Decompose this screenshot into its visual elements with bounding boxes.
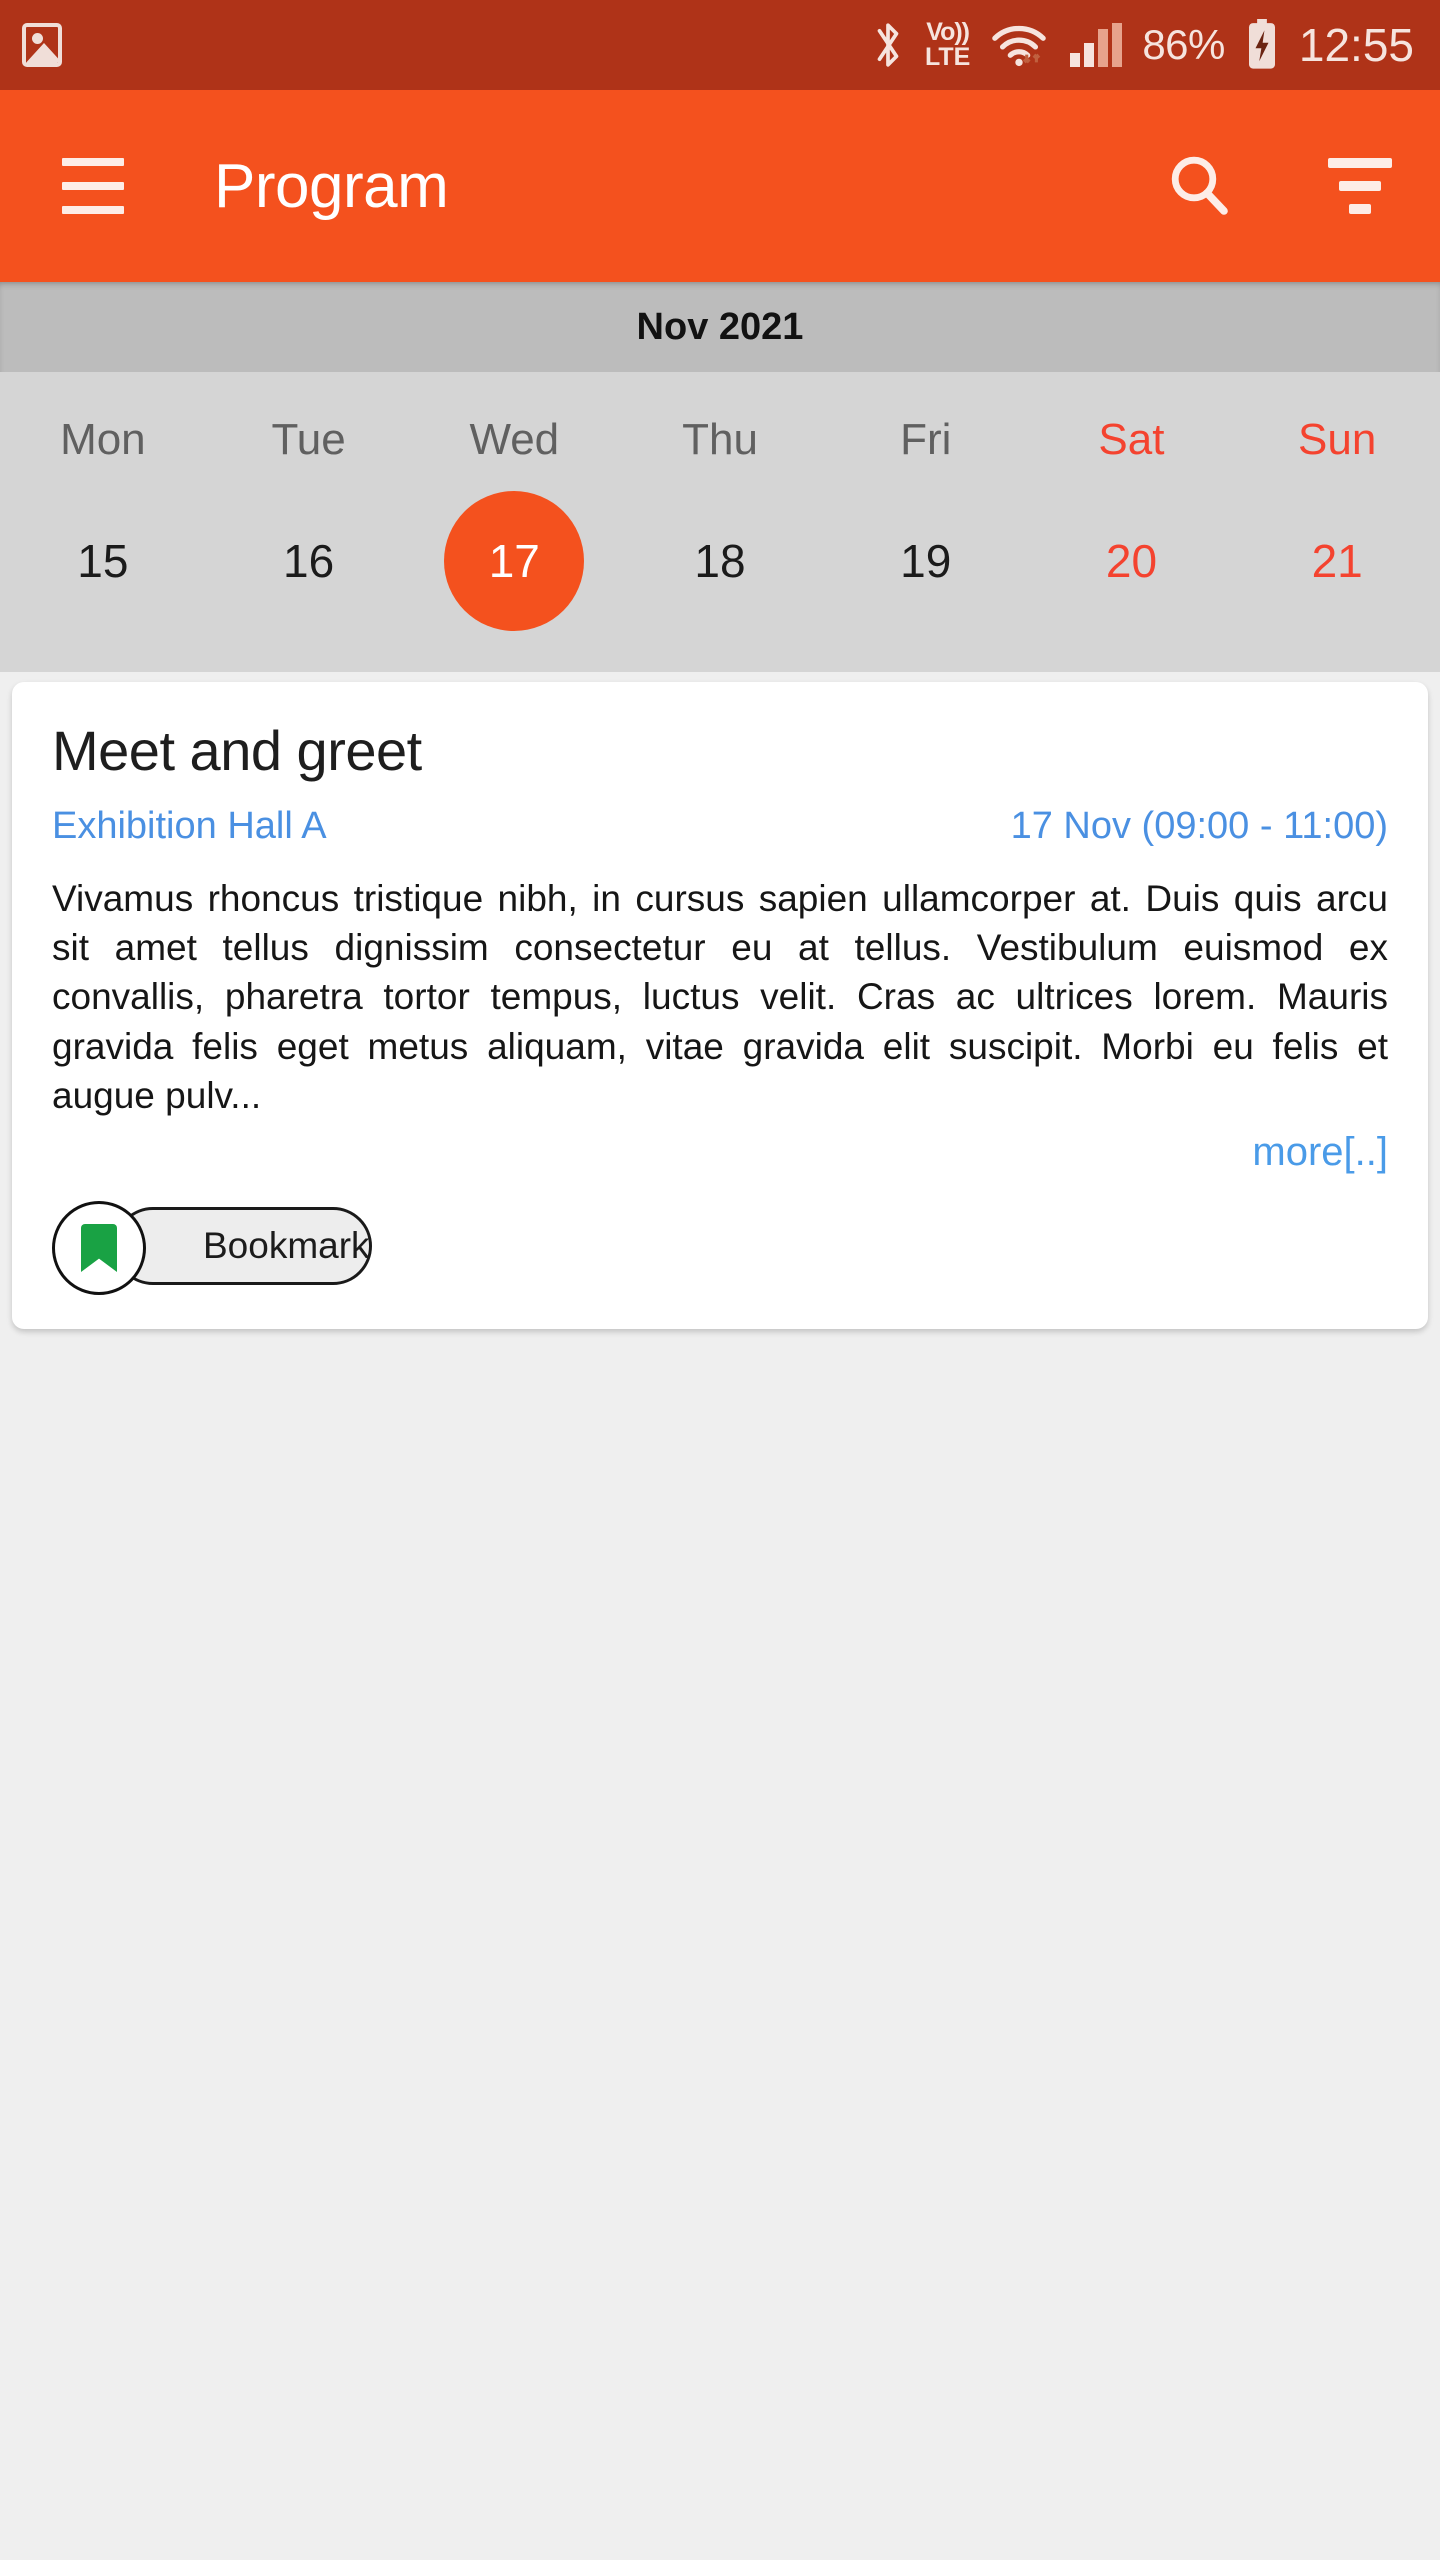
volte-icon: Vo)) LTE [925,20,970,70]
bookmark-flag-icon [81,1224,117,1273]
status-bar-left [22,23,62,67]
photo-icon [22,23,62,67]
event-title: Meet and greet [52,719,422,782]
calendar-week-strip[interactable]: Mon Tue Wed Thu Fri Sat Sun 15 16 17 18 … [0,372,1440,672]
calendar-dow-label-wed: Wed [469,415,560,464]
status-bar-right: Vo)) LTE 86% 12:55 [871,18,1414,72]
volte-bottom-label: LTE [924,43,971,71]
calendar-dow-cell: Thu [617,394,823,486]
wifi-icon [990,21,1048,69]
calendar-date-cell[interactable]: 20 [1029,486,1235,636]
event-more-row: more[..] [52,1130,1388,1175]
calendar-date-cell[interactable]: 18 [617,486,823,636]
cellular-signal-icon [1068,21,1123,69]
calendar-date-18[interactable]: 18 [650,491,790,631]
bluetooth-icon [871,19,905,71]
app-bar-actions [1160,146,1400,226]
calendar-dow-cell: Wed [411,394,617,486]
clock-label: 12:55 [1298,19,1414,71]
calendar-month-band: Nov 2021 [0,282,1440,372]
calendar-date-cell[interactable]: 16 [206,486,412,636]
more-link[interactable]: more[..] [1252,1130,1388,1174]
calendar-date-17-selected[interactable]: 17 [444,491,585,631]
calendar-date-cell[interactable]: 15 [0,486,206,636]
calendar-dow-cell: Mon [0,394,206,486]
event-card[interactable]: Meet and greet Exhibition Hall A 17 Nov … [12,682,1428,1330]
calendar-date-19[interactable]: 19 [856,491,996,631]
search-icon[interactable] [1160,146,1240,226]
bookmark-pill[interactable]: Bookmark [114,1207,372,1286]
event-venue[interactable]: Exhibition Hall A [52,805,327,848]
calendar-dow-label-fri: Fri [900,415,952,464]
bookmark-toggle-knob[interactable] [52,1201,146,1296]
event-meta-row: Exhibition Hall A 17 Nov (09:00 - 11:00) [52,805,1388,848]
filter-icon[interactable] [1320,146,1400,226]
calendar-date-21[interactable]: 21 [1267,491,1407,631]
bookmark-button[interactable]: Bookmark [52,1201,372,1296]
calendar-dow-cell: Fri [823,394,1029,486]
battery-charging-icon [1245,19,1279,71]
calendar-dow-label-tue: Tue [271,415,346,464]
calendar-month-label: Nov 2021 [636,305,804,348]
calendar-dow-label-mon: Mon [60,415,146,464]
calendar-date-cell[interactable]: 17 [411,486,617,636]
app-bar: Program [0,90,1440,282]
calendar-date-20[interactable]: 20 [1061,491,1201,631]
volte-top-label: Vo)) [926,18,970,46]
bookmark-label: Bookmark [203,1225,370,1267]
event-datetime: 17 Nov (09:00 - 11:00) [1010,805,1388,847]
page-title: Program [214,151,449,221]
calendar-date-cell[interactable]: 19 [823,486,1029,636]
calendar-day-of-week-row: Mon Tue Wed Thu Fri Sat Sun [0,394,1440,486]
battery-percent-label: 86% [1142,21,1225,68]
calendar-dow-cell: Sat [1029,394,1235,486]
event-description: Vivamus rhoncus tristique nibh, in cursu… [52,878,1388,1116]
hamburger-menu-icon[interactable] [62,158,124,214]
calendar-date-16[interactable]: 16 [239,491,379,631]
calendar-date-row: 15 16 17 18 19 20 21 [0,486,1440,636]
event-list: Meet and greet Exhibition Hall A 17 Nov … [0,672,1440,1330]
calendar-date-cell[interactable]: 21 [1234,486,1440,636]
calendar-dow-label-thu: Thu [682,415,758,464]
calendar-dow-label-sat: Sat [1098,415,1165,464]
status-bar: Vo)) LTE 86% 12:55 [0,0,1440,90]
calendar-dow-cell: Tue [206,394,412,486]
calendar-dow-cell: Sun [1234,394,1440,486]
calendar-dow-label-sun: Sun [1298,415,1377,464]
calendar-date-15[interactable]: 15 [33,491,173,631]
